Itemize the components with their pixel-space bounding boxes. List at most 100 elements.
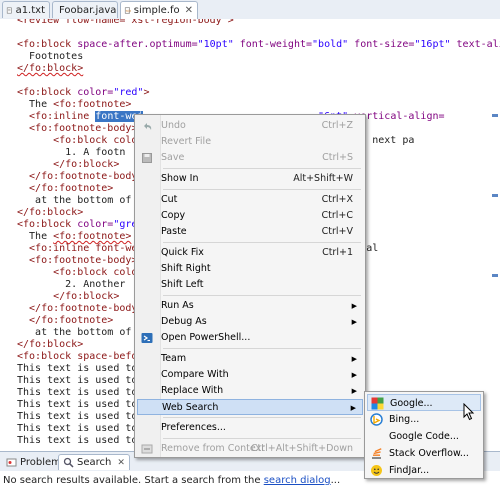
menu-item-debug-as[interactable]: Debug As ▶ <box>137 314 363 330</box>
menu-item-label: Quick Fix <box>161 247 204 258</box>
code-line[interactable]: The <fo:footnote> <box>17 99 500 111</box>
code-token: "bold" <box>312 39 349 50</box>
menu-item-remove-from-context[interactable]: Remove from Context Ctrl+Alt+Shift+Down <box>137 441 363 457</box>
menu-separator <box>163 438 361 439</box>
code-token: <fo:inline <box>17 111 96 122</box>
code-token: This text is used to <box>17 411 138 422</box>
menu-item-label: Shift Right <box>161 263 211 274</box>
tab-a1-txt[interactable]: a1.txt <box>2 1 50 18</box>
submenu-item-label: Stack Overflow... <box>389 448 469 459</box>
menu-item-label: Open PowerShell... <box>161 332 251 343</box>
code-token: </fo:footnote> <box>17 315 114 326</box>
code-token: <fo:inline font-we <box>17 243 138 254</box>
menu-item-shortcut: Alt+Shift+W <box>293 173 353 184</box>
submenu-arrow-icon: ▶ <box>350 404 356 412</box>
menu-item-shift-right[interactable]: Shift Right <box>137 261 363 277</box>
menu-item-label: Shift Left <box>161 279 204 290</box>
menu-separator <box>163 168 361 169</box>
search-icon <box>63 457 74 468</box>
tab-simple-fo[interactable]: </> simple.fo ✕ <box>120 1 198 19</box>
tab-search[interactable]: Search ✕ <box>58 454 130 470</box>
text-file-icon <box>6 7 12 13</box>
menu-item-quick-fix[interactable]: Quick Fix Ctrl+1 <box>137 245 363 261</box>
code-line[interactable]: <review flow-name="xsl-region-body"> <box>17 19 500 27</box>
code-token: </fo:block> <box>17 291 120 302</box>
menu-item-open-powershell[interactable]: Open PowerShell... <box>137 330 363 346</box>
stackoverflow-icon <box>372 448 382 459</box>
menu-item-team[interactable]: Team ▶ <box>137 351 363 367</box>
submenu-item-findjar[interactable]: FindJar... <box>367 462 481 479</box>
submenu-item-google-code[interactable]: Google Code... <box>367 428 481 445</box>
menu-item-cut[interactable]: Cut Ctrl+X <box>137 192 363 208</box>
code-token: "red" <box>113 87 144 98</box>
findjar-icon <box>371 465 382 476</box>
menu-item-paste[interactable]: Paste Ctrl+V <box>137 224 363 240</box>
code-line[interactable] <box>17 75 500 87</box>
menu-item-label: Paste <box>161 226 187 237</box>
submenu-arrow-icon: ▶ <box>351 318 357 326</box>
code-token: <fo:footnote-body> <box>17 123 138 134</box>
menu-item-run-as[interactable]: Run As ▶ <box>137 298 363 314</box>
xml-file-icon: </> <box>124 7 131 14</box>
menu-item-save[interactable]: Save Ctrl+S <box>137 150 363 166</box>
menu-item-shortcut: Ctrl+1 <box>322 247 353 258</box>
overview-ruler-mark[interactable] <box>492 114 498 117</box>
bing-icon <box>370 413 383 426</box>
menu-item-label: Web Search <box>162 402 219 413</box>
code-token: space-after.optimum= <box>71 39 198 50</box>
menu-item-undo[interactable]: Undo Ctrl+Z <box>137 118 363 134</box>
code-token: This text is used to <box>17 375 138 386</box>
google-icon <box>371 397 384 410</box>
tab-label: Search <box>77 457 112 468</box>
menu-item-shortcut: Ctrl+V <box>321 226 353 237</box>
submenu-arrow-icon: ▶ <box>351 387 357 395</box>
code-token: </fo:footnote-body <box>17 303 138 314</box>
svg-text:</>: </> <box>126 9 131 13</box>
code-token: The <box>17 99 54 110</box>
context-menu: Undo Ctrl+Z Revert File Save Ctrl+S Show In Al… <box>134 114 366 458</box>
code-token: This text is used to <box>17 363 138 374</box>
undo-icon <box>144 123 152 130</box>
powershell-icon <box>141 333 153 343</box>
menu-item-shortcut: Ctrl+Alt+Shift+Down <box>250 443 353 454</box>
code-token: <fo:footnote> <box>53 231 132 242</box>
submenu-item-label: Google... <box>390 398 433 409</box>
menu-item-copy[interactable]: Copy Ctrl+C <box>137 208 363 224</box>
code-token: <fo:block colo <box>17 135 138 146</box>
menu-item-label: Undo <box>161 120 186 131</box>
menu-item-shift-left[interactable]: Shift Left <box>137 277 363 293</box>
code-token: color= <box>71 87 114 98</box>
code-token: </fo:block> <box>17 207 84 218</box>
code-token: font-size= <box>348 39 415 50</box>
menu-item-web-search[interactable]: Web Search ▶ <box>137 399 363 415</box>
tab-label: a1.txt <box>15 4 45 16</box>
menu-item-show-in[interactable]: Show In Alt+Shift+W <box>137 171 363 187</box>
menu-item-label: Cut <box>161 194 178 205</box>
menu-item-preferences[interactable]: Preferences... <box>137 420 363 436</box>
tab-foobar-java[interactable]: Foobar.java <box>52 1 118 18</box>
close-view-icon[interactable]: ✕ <box>117 458 125 468</box>
code-token: <fo:block <box>17 219 72 230</box>
overview-ruler-mark[interactable] <box>492 274 498 277</box>
search-dialog-link[interactable]: search dialog <box>264 475 331 486</box>
code-line[interactable]: </fo:block> <box>17 63 500 75</box>
menu-item-revert-file[interactable]: Revert File <box>137 134 363 150</box>
close-tab-icon[interactable]: ✕ <box>185 5 193 16</box>
submenu-arrow-icon: ▶ <box>351 371 357 379</box>
menu-item-label: Compare With <box>161 369 229 380</box>
code-token: </fo:footnote-body <box>17 171 138 182</box>
code-line[interactable] <box>17 27 500 39</box>
menu-item-replace-with[interactable]: Replace With ▶ <box>137 383 363 399</box>
overview-ruler-mark[interactable] <box>492 194 498 197</box>
code-line[interactable]: Footnotes <box>17 51 500 63</box>
menu-item-compare-with[interactable]: Compare With ▶ <box>137 367 363 383</box>
search-status-message: No search results available. Start a sea… <box>3 475 340 486</box>
tab-label: Foobar.java <box>59 4 117 16</box>
code-token: "16pt" <box>414 39 451 50</box>
code-token: This text is used to <box>17 387 138 398</box>
code-line[interactable]: <fo:block color="red"> <box>17 87 500 99</box>
code-line[interactable]: <fo:block space-after.optimum="10pt" fon… <box>17 39 500 51</box>
menu-item-label: Replace With <box>161 385 224 396</box>
remove-context-icon <box>141 444 153 454</box>
submenu-item-stack-overflow[interactable]: Stack Overflow... <box>367 445 481 462</box>
